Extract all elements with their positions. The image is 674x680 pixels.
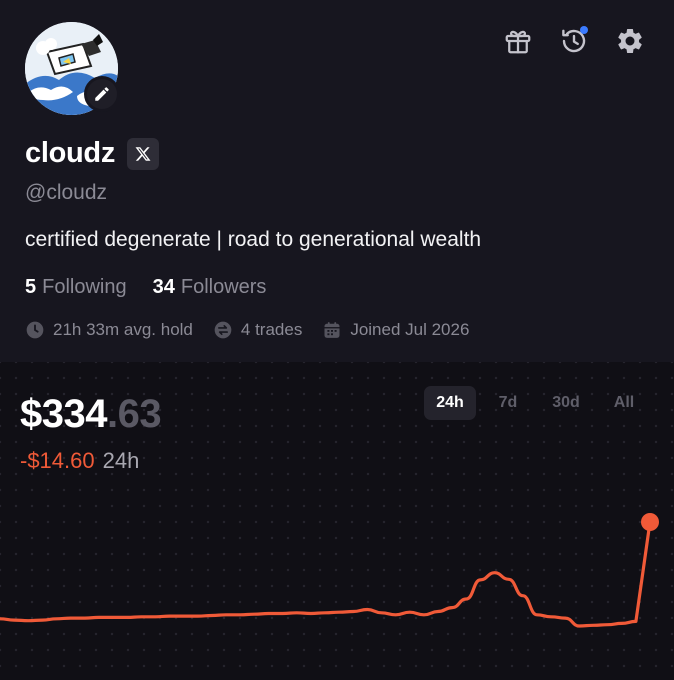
x-logo-icon bbox=[135, 146, 151, 161]
follow-stats: 5 Following 34 Followers bbox=[25, 276, 266, 299]
following-link[interactable]: 5 Following bbox=[25, 276, 127, 299]
following-count: 5 bbox=[25, 276, 37, 298]
tab-7d[interactable]: 7d bbox=[482, 386, 534, 420]
profile-handle: @cloudz bbox=[25, 181, 108, 204]
followers-label: Followers bbox=[180, 276, 267, 298]
name-row: cloudz bbox=[25, 137, 160, 170]
portfolio-balance: $334.63 bbox=[20, 392, 162, 437]
avg-hold-item: 21h 33m avg. hold bbox=[25, 320, 193, 340]
followers-count: 34 bbox=[152, 276, 175, 298]
tab-30d[interactable]: 30d bbox=[540, 386, 592, 420]
following-label: Following bbox=[42, 276, 127, 298]
gear-icon bbox=[618, 28, 642, 53]
settings-button[interactable] bbox=[614, 25, 646, 57]
gift-button[interactable] bbox=[502, 25, 534, 57]
gift-icon bbox=[505, 30, 531, 54]
history-button[interactable] bbox=[558, 25, 590, 57]
portfolio-panel: $334.63 -$14.60 24h 24h 7d 30d All bbox=[0, 362, 674, 680]
portfolio-change: -$14.60 24h bbox=[20, 448, 139, 474]
clock-icon bbox=[26, 321, 44, 339]
header-actions bbox=[502, 25, 646, 57]
tab-all[interactable]: All bbox=[598, 386, 650, 420]
profile-header: cloudz @cloudz certified degenerate | ro… bbox=[0, 0, 674, 362]
series-line bbox=[0, 520, 652, 628]
tab-24h[interactable]: 24h bbox=[424, 386, 476, 420]
pencil-icon bbox=[95, 87, 109, 101]
swap-icon bbox=[214, 321, 232, 339]
profile-meta: 21h 33m avg. hold 4 trades Joined Jul 20… bbox=[25, 320, 469, 340]
change-period: 24h bbox=[102, 448, 140, 473]
balance-cents: .63 bbox=[106, 392, 162, 436]
range-tabs: 24h 7d 30d All bbox=[424, 386, 650, 420]
avg-hold-text: 21h 33m avg. hold bbox=[53, 320, 193, 339]
notification-dot bbox=[580, 26, 588, 34]
profile-name: cloudz bbox=[25, 137, 116, 169]
calendar-icon bbox=[324, 322, 340, 338]
joined-item: Joined Jul 2026 bbox=[322, 320, 469, 340]
balance-main: $334 bbox=[20, 392, 107, 436]
change-amount: -$14.60 bbox=[20, 448, 95, 473]
edit-avatar-button[interactable] bbox=[84, 76, 120, 112]
profile-bio: certified degenerate | road to generatio… bbox=[25, 228, 482, 251]
x-link-badge[interactable] bbox=[127, 137, 160, 170]
followers-link[interactable]: 34 Followers bbox=[153, 276, 267, 299]
data-point-latest bbox=[641, 513, 659, 531]
joined-text: Joined Jul 2026 bbox=[350, 320, 470, 339]
trades-text: 4 trades bbox=[240, 320, 303, 339]
trades-item: 4 trades bbox=[213, 320, 302, 340]
